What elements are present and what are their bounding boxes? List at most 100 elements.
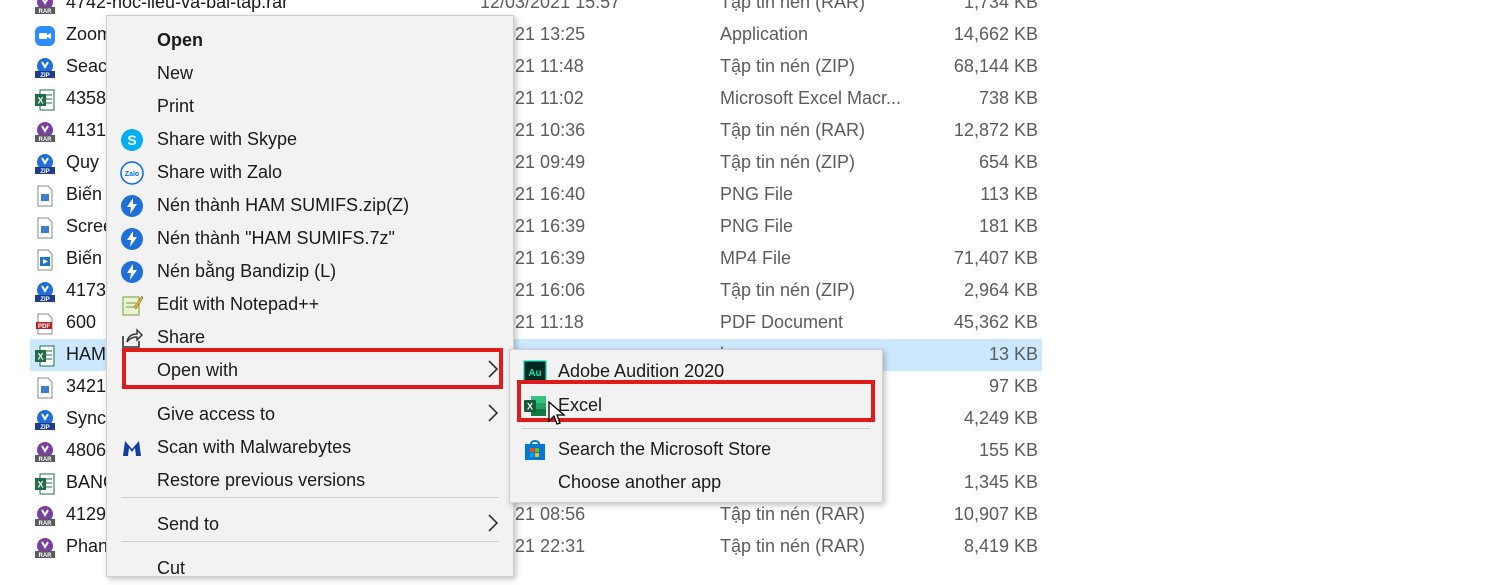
file-size: 14,662 KB [953, 24, 1038, 44]
svg-text:Zalo: Zalo [125, 171, 139, 178]
zalo-icon: Zalo [120, 161, 144, 185]
file-name: 600 [66, 312, 97, 332]
file-name: 4358 [66, 88, 107, 108]
file-size: 1,345 KB [963, 472, 1038, 492]
menu-item-share-with-zalo[interactable]: Zalo Share with Zalo [107, 156, 513, 189]
mouse-cursor-icon [548, 401, 566, 425]
menu-separator [121, 497, 499, 498]
rar-icon: RAR [34, 0, 56, 15]
file-size: 10,907 KB [953, 504, 1038, 524]
menu-item-n-n-th-nh-ham-sumifs-zip-z[interactable]: Nén thành HAM SUMIFS.zip(Z) [107, 189, 513, 222]
svg-text:ZIP: ZIP [40, 297, 49, 303]
mp4-file-icon [34, 249, 56, 271]
submenu-item-label: Search the Microsoft Store [558, 439, 772, 459]
file-name: Quy [66, 152, 100, 172]
microsoft-store-icon [523, 438, 547, 462]
file-type: PDF Document [720, 312, 844, 332]
svg-text:ZIP: ZIP [40, 169, 49, 175]
file-name: HAM [66, 344, 106, 364]
file-name: 4806 [66, 440, 107, 460]
zoom-icon [34, 25, 56, 47]
svg-text:X: X [37, 352, 43, 362]
file-type: Microsoft Excel Macr... [720, 88, 902, 108]
menu-item-restore-previous-versions[interactable]: Restore previous versions [107, 464, 513, 497]
menu-item-scan-with-malwarebytes[interactable]: Scan with Malwarebytes [107, 431, 513, 464]
svg-text:RAR: RAR [39, 457, 53, 463]
skype-icon: S [120, 128, 144, 152]
file-type: Tập tin nén (RAR) [720, 0, 866, 12]
file-name: Phan [66, 536, 109, 556]
menu-item-label: Share with Zalo [157, 162, 283, 182]
menu-separator [121, 541, 499, 542]
file-type: PNG File [720, 216, 794, 236]
bandizip-icon [120, 194, 144, 218]
file-type: Tập tin nén (RAR) [720, 536, 866, 556]
file-type: Application [720, 24, 809, 44]
rar-icon: RAR [34, 505, 56, 527]
file-size: 4,249 KB [963, 408, 1038, 428]
menu-item-label: New [157, 63, 194, 83]
malwarebytes-icon [120, 436, 144, 460]
file-size: 8,419 KB [963, 536, 1038, 556]
file-type: Tập tin nén (ZIP) [720, 152, 856, 172]
file-size: 181 KB [978, 216, 1038, 236]
file-size: 13 KB [988, 344, 1038, 364]
file-name: 4131 [66, 120, 107, 140]
notepadpp-icon [120, 293, 144, 317]
svg-text:X: X [37, 96, 43, 106]
menu-item-edit-with-notepad[interactable]: Edit with Notepad++ [107, 288, 513, 321]
file-size: 71,407 KB [953, 248, 1038, 268]
menu-item-label: Give access to [157, 404, 276, 424]
svg-text:RAR: RAR [39, 553, 53, 559]
menu-separator [522, 428, 870, 429]
file-size: 155 KB [978, 440, 1038, 460]
menu-item-label: Nén bằng Bandizip (L) [157, 261, 337, 281]
submenu-item-search-the-microsoft-store[interactable]: Search the Microsoft Store [510, 433, 882, 466]
menu-item-print[interactable]: Print [107, 90, 513, 123]
menu-item-open[interactable]: Open [107, 24, 513, 57]
file-name: Biến [66, 184, 103, 204]
menu-item-send-to[interactable]: Send to [107, 508, 513, 541]
menu-item-label: Nén thành HAM SUMIFS.zip(Z) [157, 195, 410, 215]
file-type: Tập tin nén (ZIP) [720, 280, 856, 300]
file-name: 4173 [66, 280, 107, 300]
excel-file-icon: X [34, 345, 56, 367]
excel-file-icon: X [34, 89, 56, 111]
menu-item-n-n-b-ng-bandizip-l[interactable]: Nén bằng Bandizip (L) [107, 255, 513, 288]
svg-text:RAR: RAR [39, 137, 53, 143]
svg-text:RAR: RAR [39, 521, 53, 527]
menu-item-new[interactable]: New [107, 57, 513, 90]
svg-text:PDF: PDF [38, 324, 50, 330]
chevron-right-icon [487, 512, 499, 534]
bandizip-icon [120, 260, 144, 284]
highlight-box-open-with [122, 348, 503, 389]
menu-item-n-n-th-nh-ham-sumifs-7z[interactable]: Nén thành "HAM SUMIFS.7z" [107, 222, 513, 255]
file-type: Tập tin nén (ZIP) [720, 56, 856, 76]
file-date: 12/03/2021 15:57 [480, 0, 621, 12]
svg-text:RAR: RAR [39, 9, 53, 15]
context-menu: Open New Print S Share with Skype Zalo Share w… [106, 15, 514, 578]
submenu-item-label: Adobe Audition 2020 [558, 361, 725, 381]
submenu-item-choose-another-app[interactable]: Choose another app [510, 466, 882, 499]
menu-item-label: Edit with Notepad++ [157, 294, 320, 314]
rar-icon: RAR [34, 441, 56, 463]
menu-item-share-with-skype[interactable]: S Share with Skype [107, 123, 513, 156]
file-size: 1,734 KB [963, 0, 1038, 12]
file-size: 654 KB [978, 152, 1038, 172]
file-type: Tập tin nén (RAR) [720, 504, 866, 524]
menu-item-give-access-to[interactable]: Give access to [107, 398, 513, 431]
menu-item-label: Send to [157, 514, 220, 534]
zip-icon: ZIP [34, 57, 56, 79]
png-file-icon [34, 377, 56, 399]
file-name: Biến [66, 248, 103, 268]
file-size: 97 KB [988, 376, 1038, 396]
file-name: 4129 [66, 504, 107, 524]
file-name: 4742-hoc-lieu-va-bai-tap.rar [66, 0, 289, 12]
menu-item-label: Scan with Malwarebytes [157, 437, 352, 457]
file-name: 3421 [66, 376, 107, 396]
rar-icon: RAR [34, 121, 56, 143]
svg-text:ZIP: ZIP [40, 425, 49, 431]
file-size: 12,872 KB [953, 120, 1038, 140]
chevron-right-icon [487, 402, 499, 424]
menu-item-cut[interactable]: Cut [107, 552, 513, 585]
